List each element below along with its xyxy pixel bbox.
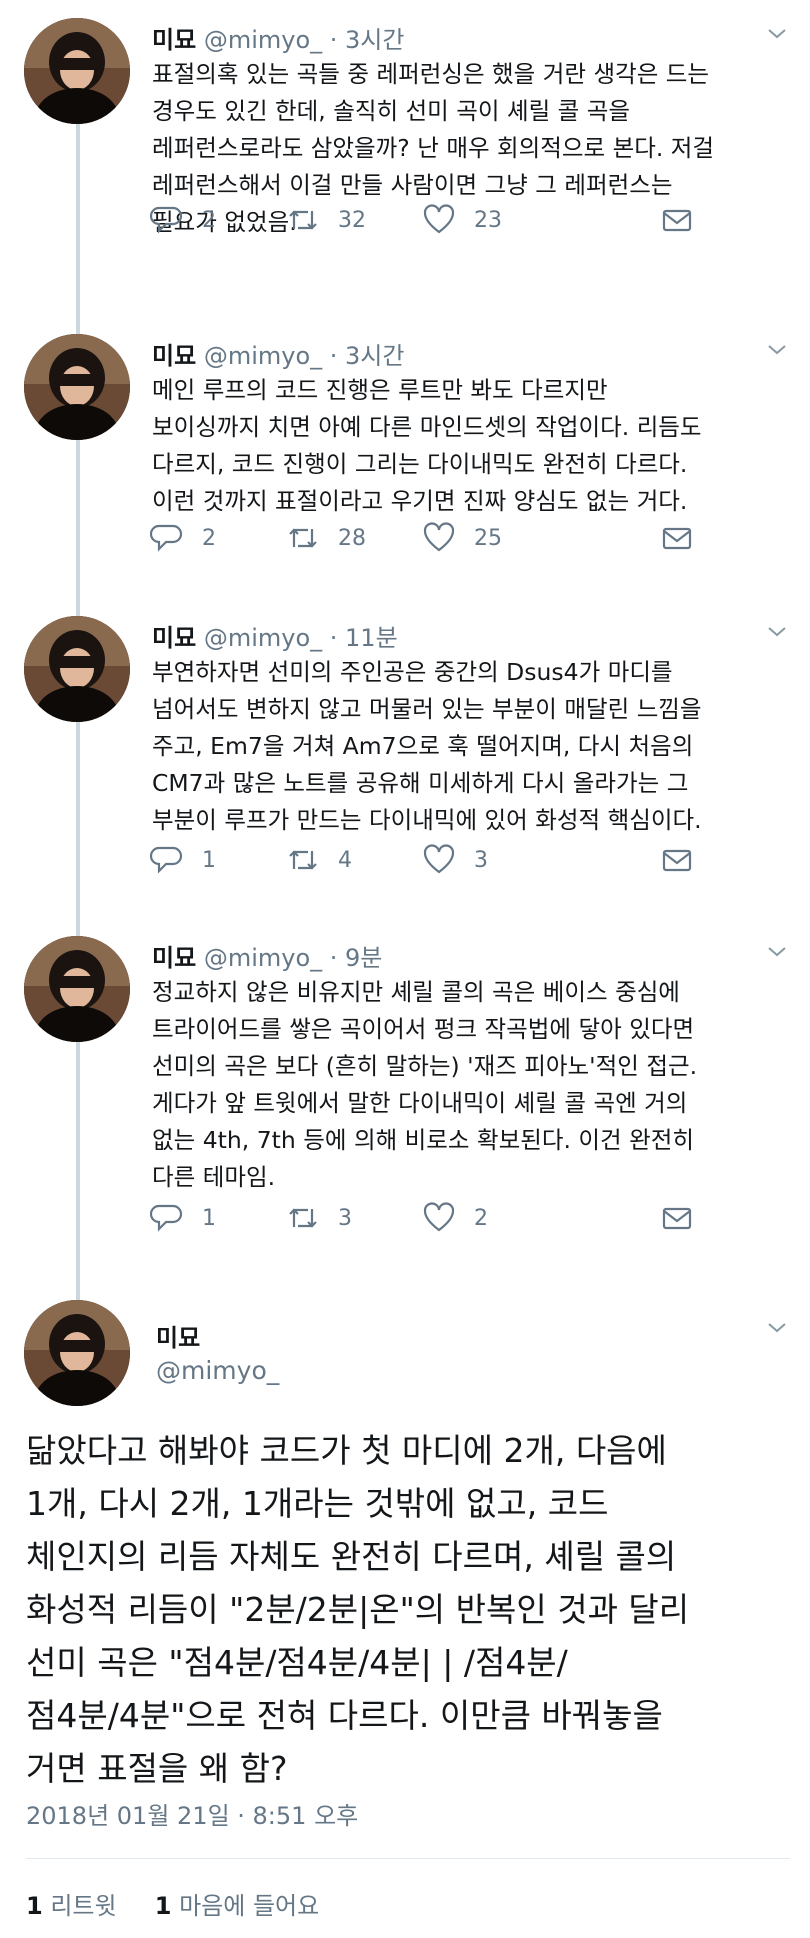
- reply-button[interactable]: 2: [150, 518, 216, 558]
- tweet[interactable]: 미묘 @mimyo_ · 3시간 표절의혹 있는 곡들 중 레퍼런싱은 했을 거…: [0, 18, 810, 288]
- tweet-timestamp[interactable]: 2018년 01월 21일 · 8:51 오후: [26, 1796, 358, 1831]
- tweet-actions: 2 28 25: [150, 518, 710, 558]
- retweet-count: 28: [338, 525, 366, 551]
- tweet-time[interactable]: · 3시간: [330, 342, 405, 370]
- like-count: 2: [474, 1205, 488, 1231]
- tweet-text: 부연하자면 선미의 주인공은 중간의 Dsus4가 마디를 넘어서도 변하지 않…: [152, 658, 702, 834]
- tweet-actions: 1 4 3: [150, 840, 710, 880]
- like-icon: [423, 844, 455, 874]
- retweet-icon: [289, 1208, 317, 1228]
- like-count: 3: [474, 847, 488, 873]
- like-button[interactable]: 2: [422, 1198, 488, 1238]
- tweet-time[interactable]: · 9분: [330, 944, 383, 972]
- tweet[interactable]: 미묘 @mimyo_ · 9분 정교하지 않은 비유지만 셰릴 콜의 곡은 베이…: [0, 936, 810, 1256]
- retweet-stat-label: 리트윗: [50, 1892, 117, 1920]
- divider: [26, 1858, 790, 1859]
- retweet-button[interactable]: 28: [286, 518, 366, 558]
- tweet-header: 미묘 @mimyo_ · 3시간: [152, 336, 404, 371]
- tweet[interactable]: 미묘 @mimyo_ · 3시간 메인 루프의 코드 진행은 루트만 봐도 다르…: [0, 334, 810, 574]
- like-icon: [423, 204, 455, 234]
- tweet-text: 메인 루프의 코드 진행은 루트만 봐도 다르지만 보이싱까지 치면 아예 다른…: [152, 376, 702, 515]
- tweet[interactable]: 미묘 @mimyo_ · 11분 부연하자면 선미의 주인공은 중간의 Dsus…: [0, 616, 810, 896]
- avatar[interactable]: [24, 18, 130, 124]
- retweet-icon: [289, 850, 317, 870]
- retweet-button[interactable]: 3: [286, 1198, 352, 1238]
- chevron-down-icon[interactable]: [766, 338, 788, 360]
- reply-button[interactable]: 2: [150, 200, 216, 240]
- chevron-down-icon[interactable]: [766, 940, 788, 962]
- reply-icon: [150, 1204, 183, 1232]
- author-name[interactable]: 미묘: [156, 1318, 200, 1353]
- dm-button[interactable]: [660, 518, 712, 558]
- reply-count: 2: [202, 207, 216, 233]
- author-name[interactable]: 미묘: [152, 944, 196, 972]
- reply-button[interactable]: 1: [150, 840, 216, 880]
- reply-icon: [150, 846, 183, 874]
- dm-icon: [662, 209, 692, 232]
- reply-count: 2: [202, 525, 216, 551]
- tweet-text: 정교하지 않은 비유지만 셰릴 콜의 곡은 베이스 중심에 트라이어드를 쌓은 …: [152, 978, 698, 1191]
- retweet-button[interactable]: 4: [286, 840, 352, 880]
- like-count: 25: [474, 525, 502, 551]
- retweet-total: 1: [26, 1892, 43, 1920]
- tweet-actions: 1 3 2: [150, 1198, 710, 1238]
- dm-icon: [662, 849, 692, 872]
- like-stat-label: 마음에 들어요: [179, 1892, 320, 1920]
- chevron-down-icon[interactable]: [766, 620, 788, 642]
- reply-count: 1: [202, 1205, 216, 1231]
- author-handle[interactable]: @mimyo_: [156, 1356, 279, 1385]
- chevron-down-icon[interactable]: [766, 22, 788, 44]
- avatar[interactable]: [24, 1300, 130, 1406]
- dm-button[interactable]: [660, 840, 712, 880]
- like-total: 1: [154, 1892, 172, 1920]
- reply-icon: [150, 206, 183, 234]
- dm-button[interactable]: [660, 1198, 712, 1238]
- like-stat[interactable]: 1 마음에 들어요: [155, 1892, 319, 1920]
- author-name[interactable]: 미묘: [152, 26, 196, 54]
- avatar[interactable]: [24, 334, 130, 440]
- author-handle[interactable]: @mimyo_: [204, 624, 322, 652]
- retweet-count: 3: [338, 1205, 352, 1231]
- retweet-stat[interactable]: 1 리트윗: [26, 1892, 117, 1920]
- focused-tweet-text: 닮았다고 해봐야 코드가 첫 마디에 2개, 다음에 1개, 다시 2개, 1개…: [26, 1431, 690, 1788]
- like-button[interactable]: 25: [422, 518, 502, 558]
- author-handle[interactable]: @mimyo_: [204, 944, 322, 972]
- tweet-time[interactable]: · 11분: [330, 624, 398, 652]
- like-button[interactable]: 3: [422, 840, 488, 880]
- like-icon: [423, 522, 455, 552]
- like-icon: [423, 1202, 455, 1232]
- tweet-header: 미묘 @mimyo_ · 9분: [152, 938, 382, 973]
- tweet-stats: 1 리트윗 1 마음에 들어요: [26, 1886, 319, 1921]
- dm-icon: [662, 1207, 692, 1230]
- retweet-button[interactable]: 32: [286, 200, 366, 240]
- like-count: 23: [474, 207, 502, 233]
- retweet-count: 4: [338, 847, 352, 873]
- reply-count: 1: [202, 847, 216, 873]
- chevron-down-icon[interactable]: [766, 1316, 788, 1338]
- tweet-header: 미묘 @mimyo_ · 11분: [152, 618, 398, 653]
- tweet-time[interactable]: · 3시간: [330, 26, 405, 54]
- avatar[interactable]: [24, 936, 130, 1042]
- author-name[interactable]: 미묘: [152, 624, 196, 652]
- retweet-icon: [289, 528, 317, 548]
- reply-button[interactable]: 1: [150, 1198, 216, 1238]
- dm-icon: [662, 527, 692, 550]
- tweet-header: 미묘 @mimyo_ · 3시간: [152, 20, 404, 55]
- retweet-icon: [289, 210, 317, 230]
- tweet-actions: 2 32 23: [150, 200, 710, 240]
- reply-icon: [150, 524, 183, 552]
- author-handle[interactable]: @mimyo_: [204, 26, 322, 54]
- like-button[interactable]: 23: [422, 200, 502, 240]
- avatar[interactable]: [24, 616, 130, 722]
- author-handle[interactable]: @mimyo_: [204, 342, 322, 370]
- retweet-count: 32: [338, 207, 366, 233]
- author-name[interactable]: 미묘: [152, 342, 196, 370]
- dm-button[interactable]: [660, 200, 712, 240]
